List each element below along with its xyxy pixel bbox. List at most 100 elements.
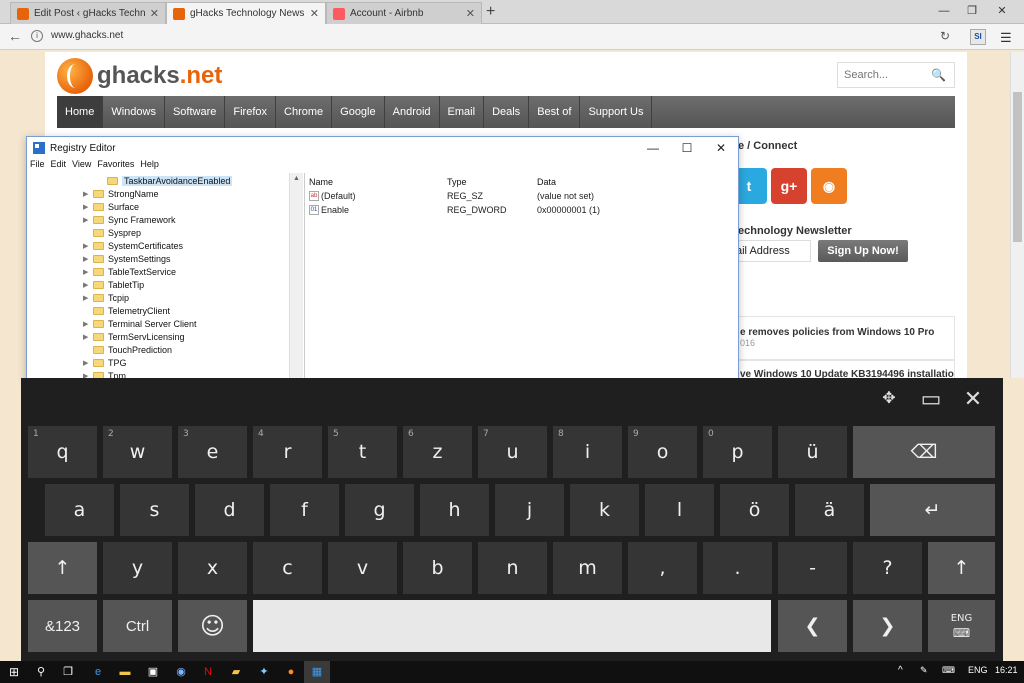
key-h[interactable]: h [420,484,489,536]
file-explorer-icon[interactable]: ▬ [117,664,133,680]
key-s[interactable]: s [120,484,189,536]
back-arrow-icon[interactable]: ← [8,28,22,44]
nav-support-us[interactable]: Support Us [580,96,653,128]
key-r[interactable]: 4r [253,426,322,478]
nav-software[interactable]: Software [165,96,226,128]
info-icon[interactable]: i [31,30,43,42]
close-tab-icon[interactable]: ✕ [466,7,475,20]
tab-ghacks-news[interactable]: gHacks Technology News ✕ [166,2,326,24]
folder-icon[interactable]: ▰ [228,664,244,680]
extension-icon[interactable]: SI [970,29,986,45]
key-q[interactable]: 1q [28,426,97,478]
chevron-up-icon[interactable]: ^ [898,665,903,676]
shift-key-right[interactable]: ↑ [928,542,995,594]
nav-best-of[interactable]: Best of [529,96,581,128]
key-period[interactable]: . [703,542,772,594]
column-header-type[interactable]: Type [447,177,467,187]
pen-icon[interactable]: ✎ [920,665,928,676]
key-c[interactable]: c [253,542,322,594]
tree-item[interactable]: ▶ Surface [83,200,139,213]
close-tab-icon[interactable]: ✕ [310,7,319,20]
key-b[interactable]: b [403,542,472,594]
close-window-button[interactable]: ✕ [990,2,1014,20]
key-l[interactable]: l [645,484,714,536]
firefox-icon[interactable]: ● [283,664,299,680]
scroll-up-arrow-icon[interactable]: ▲ [290,173,303,185]
close-tab-icon[interactable]: ✕ [150,7,159,20]
tray-language[interactable]: ENG [968,665,988,675]
tree-item[interactable]: TelemetryClient [83,304,170,317]
article-title[interactable]: e removes policies from Windows 10 Pro [726,327,954,338]
tree-item-taskbaravoidanceenabled[interactable]: TaskbarAvoidanceEnabled [107,174,233,187]
page-scrollbar[interactable] [1010,52,1024,378]
regedit-taskbar-icon[interactable]: ▦ [309,664,325,680]
regedit-titlebar[interactable]: Registry Editor — ☐ ✕ [27,137,738,159]
expand-arrow-icon[interactable]: ▶ [83,190,93,198]
app-icon[interactable]: ◉ [173,664,189,680]
key-a-umlaut[interactable]: ä [795,484,864,536]
nav-deals[interactable]: Deals [484,96,530,128]
key-y[interactable]: y [103,542,172,594]
key-v[interactable]: v [328,542,397,594]
regedit-minimize-button[interactable]: — [636,139,670,157]
expand-arrow-icon[interactable]: ▶ [83,281,93,289]
page-scroll-thumb[interactable] [1013,92,1022,242]
menu-file[interactable]: File [30,159,45,173]
key-n[interactable]: n [478,542,547,594]
tree-item[interactable]: Sysprep [83,226,141,239]
enter-key[interactable]: ↵ [870,484,995,536]
tree-item[interactable]: TouchPrediction [83,343,172,356]
nav-firefox[interactable]: Firefox [225,96,277,128]
rss-icon[interactable]: ◉ [811,168,847,204]
windows-start-icon[interactable]: ⊞ [6,664,22,680]
key-comma[interactable]: , [628,542,697,594]
tree-item[interactable]: ▶ SystemCertificates [83,239,183,252]
tree-scrollbar[interactable]: ▲ [289,173,303,381]
tree-item[interactable]: ▶ StrongName [83,187,159,200]
expand-arrow-icon[interactable]: ▶ [83,294,93,302]
touch-keyboard-tray-icon[interactable]: ⌨ [942,665,955,676]
menu-edit[interactable]: Edit [51,159,67,173]
key-o[interactable]: 9o [628,426,697,478]
nav-chrome[interactable]: Chrome [276,96,333,128]
regedit-maximize-button[interactable]: ☐ [670,139,704,157]
search-icon[interactable]: ⚲ [33,664,49,680]
url-bar[interactable]: www.ghacks.net [51,30,123,41]
task-view-icon[interactable]: ❐ [60,664,76,680]
tree-item[interactable]: ▶ TableTextService [83,265,176,278]
app-icon[interactable]: ✦ [256,664,272,680]
google-plus-icon[interactable]: g+ [771,168,807,204]
key-w[interactable]: 2w [103,426,172,478]
expand-arrow-icon[interactable]: ▶ [83,203,93,211]
key-u-umlaut[interactable]: ü [778,426,847,478]
key-f[interactable]: f [270,484,339,536]
key-m[interactable]: m [553,542,622,594]
value-row[interactable]: ab (Default) [309,189,356,202]
edge-icon[interactable]: e [90,664,106,680]
minimize-button[interactable]: — [932,2,956,20]
reload-icon[interactable]: ↻ [940,29,950,43]
space-bar[interactable] [253,600,771,652]
tree-item[interactable]: ▶ Tcpip [83,291,129,304]
shift-key-left[interactable]: ↑ [28,542,97,594]
key-e[interactable]: 3e [178,426,247,478]
expand-arrow-icon[interactable]: ▶ [83,216,93,224]
expand-arrow-icon[interactable]: ▶ [83,242,93,250]
emoji-key[interactable]: ☺ [178,600,247,652]
article-item[interactable]: e removes policies from Windows 10 Pro 0… [725,316,955,360]
nav-email[interactable]: Email [440,96,485,128]
expand-arrow-icon[interactable]: ▶ [83,333,93,341]
tab-edit-post[interactable]: Edit Post ‹ gHacks Techno… ✕ [10,2,166,24]
key-p[interactable]: 0p [703,426,772,478]
move-keyboard-icon[interactable]: ✥ [874,386,904,412]
new-tab-button[interactable]: + [486,3,495,21]
right-arrow-key[interactable]: ❯ [853,600,922,652]
menu-view[interactable]: View [72,159,91,173]
store-icon[interactable]: ▣ [145,664,161,680]
site-logo[interactable]: ghacks.net [57,58,222,94]
keyboard-layout-icon[interactable]: ▭ [916,386,946,412]
key-g[interactable]: g [345,484,414,536]
nav-google[interactable]: Google [332,96,385,128]
language-key[interactable]: ENG ⌨ [928,600,995,652]
symbols-key[interactable]: &123 [28,600,97,652]
